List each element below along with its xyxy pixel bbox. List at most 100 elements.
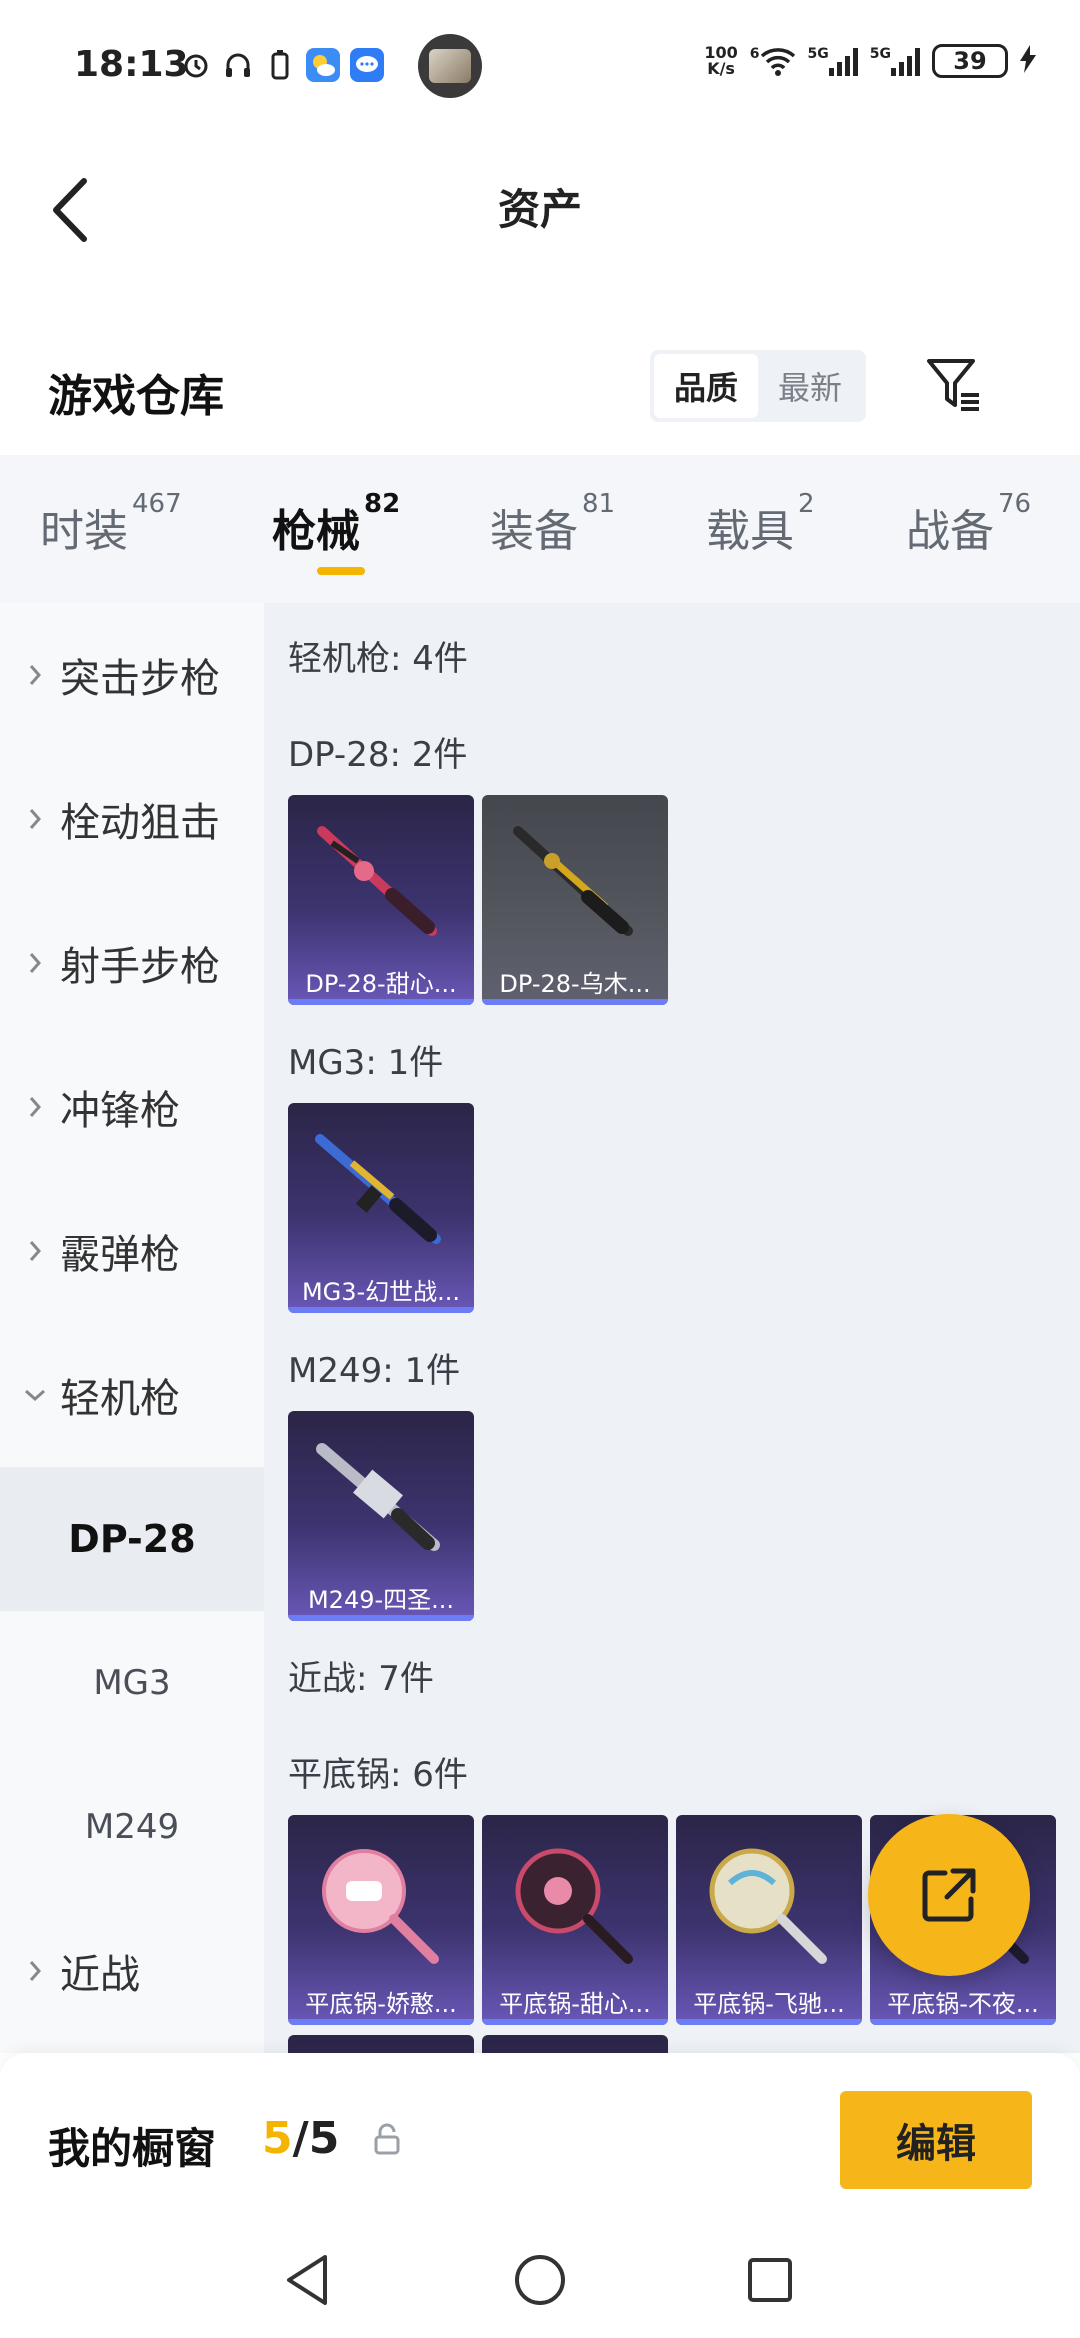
sidebar-subitem-dp28[interactable]: DP-28 (0, 1467, 264, 1611)
item-card[interactable] (482, 2035, 668, 2053)
sidebar-item-label: 近战 (60, 1952, 140, 1998)
section-header: 游戏仓库 品质 最新 (0, 280, 1080, 450)
category-tabs: 时装467 枪械82 装备81 载具2 战备76 (0, 455, 1080, 603)
item-card[interactable]: M249-四圣... (288, 1411, 474, 1621)
share-floating-button[interactable] (868, 1814, 1030, 1976)
tab-vehicles[interactable]: 载具2 (706, 489, 815, 559)
chevron-right-icon (0, 951, 60, 975)
sort-newest-button[interactable]: 最新 (758, 354, 862, 418)
chevron-right-icon (0, 1959, 60, 1983)
tab-equipment[interactable]: 装备81 (490, 489, 615, 559)
sidebar-item-label: 冲锋枪 (60, 1088, 180, 1134)
headphones-icon (222, 49, 254, 81)
sidebar-subitem-m249[interactable]: M249 (0, 1755, 264, 1899)
weather-app-icon (306, 48, 340, 82)
weapon-category-sidebar: 突击步枪 栓动狙击 射手步枪 冲锋枪 霰弹枪 轻机枪 DP-28 MG3 M24… (0, 603, 264, 2053)
pan-skin-image (709, 1848, 827, 1964)
chevron-down-icon (0, 1388, 60, 1402)
lmg-skin-image (316, 1443, 440, 1551)
sidebar-item-melee[interactable]: 近战 (0, 1899, 264, 2043)
status-time: 18:13 (74, 44, 189, 85)
status-notification-icons (180, 48, 384, 82)
group-header-dp28: DP-28: 2件 (288, 735, 468, 775)
group-header-mg3: MG3: 1件 (288, 1043, 444, 1083)
showcase-title: 我的橱窗 (48, 2124, 217, 2173)
nav-back-button[interactable] (278, 2250, 338, 2310)
net-speed: 100 K/s (704, 43, 738, 78)
top-app-bar: 资产 (0, 130, 1080, 280)
system-nav-bar (0, 2228, 1080, 2338)
showcase-count: 5/5 (262, 2113, 340, 2164)
item-name: 平底锅-飞驰... (693, 1990, 845, 2018)
sort-quality-button[interactable]: 品质 (654, 354, 758, 418)
battery-indicator: 39 (932, 44, 1008, 78)
sort-toggle: 品质 最新 (650, 350, 866, 422)
item-card[interactable]: 平底锅-甜心... (482, 1815, 668, 2025)
item-card[interactable]: 平底锅-娇憨... (288, 1815, 474, 2025)
tab-supplies[interactable]: 战备76 (906, 489, 1031, 559)
sidebar-item-smg[interactable]: 冲锋枪 (0, 1035, 264, 1179)
message-app-icon (350, 48, 384, 82)
tab-fashion[interactable]: 时装467 (40, 489, 182, 559)
sidebar-item-shotgun[interactable]: 霰弹枪 (0, 1179, 264, 1323)
chevron-right-icon (0, 1239, 60, 1263)
signal-icon-1: 5G (808, 46, 858, 76)
lmg-skin-image (513, 826, 633, 936)
sidebar-item-marksman-rifle[interactable]: 射手步枪 (0, 891, 264, 1035)
floating-app-avatar (418, 34, 482, 98)
item-name: DP-28-甜心... (305, 970, 457, 998)
item-card[interactable]: MG3-幻世战... (288, 1103, 474, 1313)
item-name: 平底锅-不夜... (887, 1990, 1039, 2018)
alarm-icon (180, 49, 212, 81)
battery-saver-icon (264, 49, 296, 81)
item-name: M249-四圣... (307, 1586, 455, 1614)
item-name: 平底锅-娇憨... (305, 1990, 457, 2018)
lmg-skin-image (317, 826, 437, 936)
item-card[interactable]: DP-28-乌木... (482, 795, 668, 1005)
status-bar: 18:13 100 K/s 6 5G 5G 39 (0, 0, 1080, 130)
group-header-m249: M249: 1件 (288, 1351, 461, 1391)
item-name: MG3-幻世战... (301, 1278, 461, 1306)
sidebar-item-label: 突击步枪 (60, 656, 220, 702)
sidebar-subitem-mg3[interactable]: MG3 (0, 1611, 264, 1755)
item-card[interactable]: 平底锅-飞驰... (676, 1815, 862, 2025)
status-system-icons: 100 K/s 6 5G 5G 39 (704, 44, 1036, 78)
chevron-right-icon (0, 1095, 60, 1119)
chevron-right-icon (0, 663, 60, 687)
sidebar-item-lmg[interactable]: 轻机枪 (0, 1323, 264, 1467)
active-tab-indicator (317, 567, 365, 575)
wifi-icon: 6 (750, 46, 796, 76)
signal-icon-2: 5G (870, 46, 920, 76)
share-external-icon (922, 1868, 976, 1922)
chevron-right-icon (0, 807, 60, 831)
item-name: DP-28-乌木... (499, 970, 651, 998)
sidebar-item-assault-rifle[interactable]: 突击步枪 (0, 603, 264, 747)
edit-button[interactable]: 编辑 (840, 2091, 1032, 2189)
lock-icon (374, 2123, 400, 2155)
charging-icon (1020, 44, 1036, 78)
group-header-pan: 平底锅: 6件 (288, 1755, 468, 1795)
filter-icon (927, 359, 979, 411)
nav-home-icon (515, 2255, 565, 2305)
section-title: 游戏仓库 (48, 371, 224, 422)
tab-firearms[interactable]: 枪械82 (272, 489, 400, 559)
sidebar-item-bolt-sniper[interactable]: 栓动狙击 (0, 747, 264, 891)
sidebar-item-label: 栓动狙击 (60, 800, 220, 846)
pan-skin-image (322, 1849, 439, 1964)
group-header-lmg: 轻机枪: 4件 (288, 639, 468, 679)
group-header-melee: 近战: 7件 (288, 1659, 434, 1699)
item-name: 平底锅-甜心... (499, 1990, 651, 2018)
sidebar-item-label: 轻机枪 (60, 1376, 180, 1422)
filter-button[interactable] (920, 350, 990, 420)
item-card[interactable]: DP-28-甜心... (288, 795, 474, 1005)
nav-back-icon (287, 2255, 327, 2305)
nav-recents-icon (748, 2258, 792, 2302)
showcase-bar: 我的橱窗 5/5 编辑 (0, 2053, 1080, 2228)
page-title: 资产 (497, 185, 582, 234)
nav-home-button[interactable] (510, 2250, 570, 2310)
item-card[interactable] (288, 2035, 474, 2053)
sidebar-item-label: 射手步枪 (60, 944, 220, 990)
lmg-skin-image (315, 1134, 441, 1244)
pan-skin-image (515, 1848, 633, 1964)
nav-recents-button[interactable] (740, 2250, 800, 2310)
